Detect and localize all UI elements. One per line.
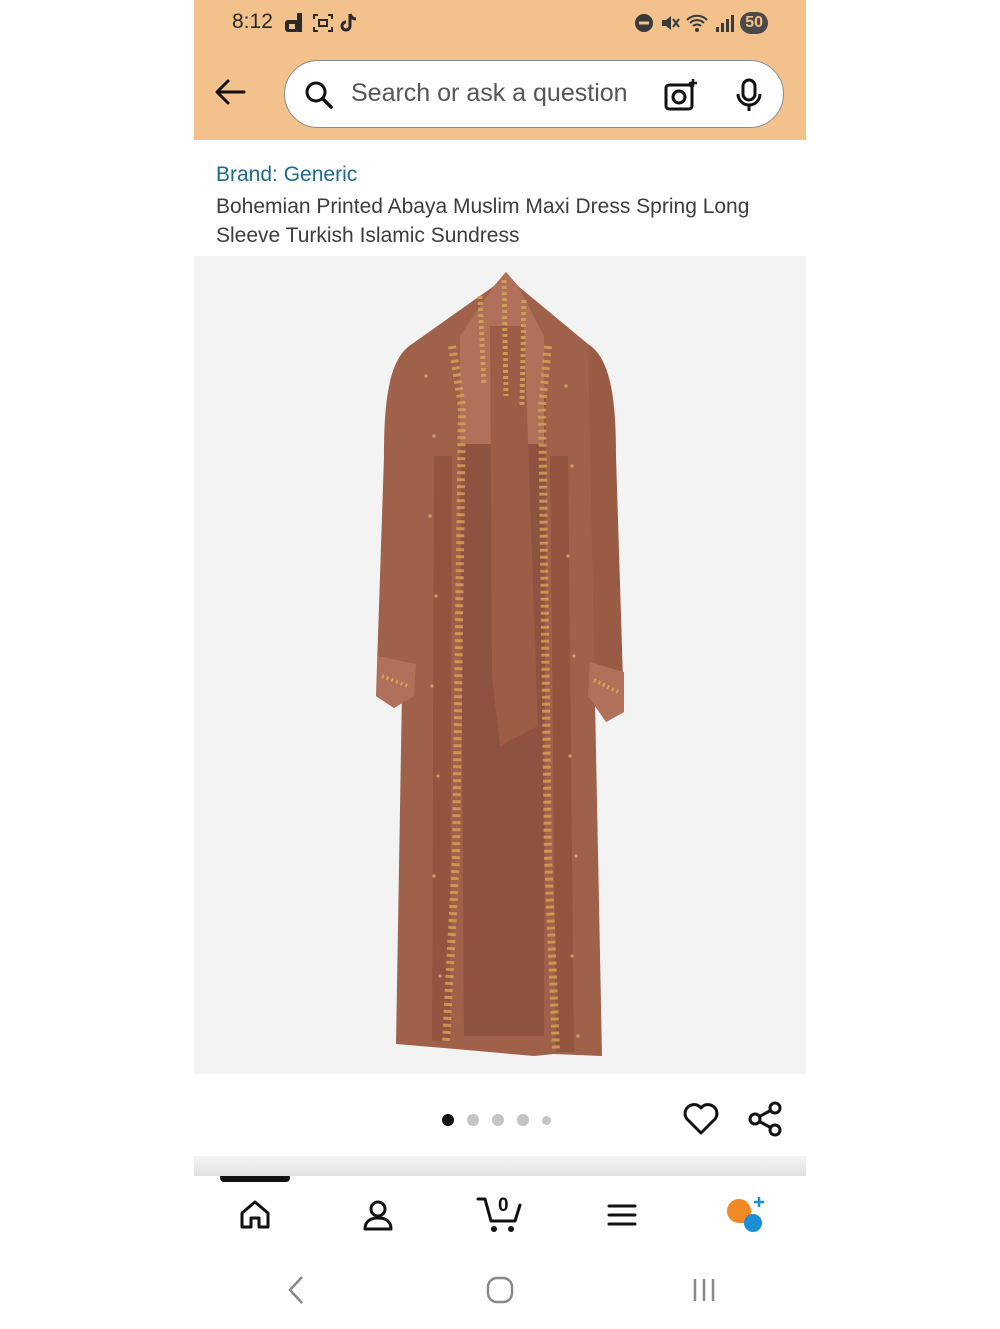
status-right-icons: 50 [634, 12, 768, 34]
system-back-button[interactable] [266, 1265, 326, 1315]
mute-icon [662, 16, 681, 30]
recent-apps-icon [693, 1279, 715, 1301]
screenshot-icon [313, 14, 333, 32]
home-icon [240, 1200, 270, 1229]
abaya-dress-image [376, 272, 624, 1056]
carousel-dot-1[interactable] [442, 1114, 454, 1126]
nav-account[interactable] [338, 1185, 418, 1245]
system-navigation-bar [194, 1262, 806, 1318]
product-image[interactable] [194, 256, 806, 1074]
share-icon[interactable] [746, 1100, 784, 1138]
phone-screen: 8:12 50 Search or ask a question Brand: … [194, 0, 806, 1329]
back-button[interactable] [212, 76, 248, 108]
product-title: Bohemian Printed Abaya Muslim Maxi Dress… [216, 195, 750, 247]
arrow-left-icon [215, 79, 246, 105]
carousel-dot-2[interactable] [467, 1114, 479, 1126]
status-left-icons [284, 12, 360, 34]
signal-icon [716, 15, 735, 32]
nav-rufus[interactable] [705, 1185, 785, 1245]
search-input[interactable]: Search or ask a question [351, 79, 628, 108]
bottom-navigation: 0 [194, 1182, 806, 1248]
search-bar[interactable]: Search or ask a question [284, 60, 784, 128]
nav-menu[interactable] [582, 1185, 662, 1245]
d-app-icon [285, 13, 302, 32]
user-icon [363, 1200, 393, 1231]
carousel-dot-5[interactable] [542, 1115, 551, 1125]
battery-level: 50 [740, 12, 768, 34]
heart-icon[interactable] [682, 1100, 720, 1138]
carousel-dot-4[interactable] [517, 1114, 529, 1126]
search-icon [305, 81, 333, 109]
camera-icon[interactable] [663, 77, 699, 113]
chevron-left-icon [288, 1276, 303, 1304]
page-divider [194, 1156, 806, 1176]
do-not-disturb-icon [635, 14, 654, 32]
carousel-dot-3[interactable] [492, 1114, 504, 1126]
microphone-icon[interactable] [733, 77, 765, 113]
system-home-button[interactable] [470, 1265, 530, 1315]
brand-link[interactable]: Brand: Generic [216, 163, 357, 187]
wifi-icon [686, 14, 708, 32]
tiktok-icon [340, 13, 357, 32]
cart-count: 0 [497, 1195, 509, 1216]
nav-home[interactable] [215, 1185, 295, 1245]
nav-cart[interactable]: 0 [460, 1185, 540, 1245]
image-carousel-dots [442, 1114, 551, 1126]
ai-assistant-icon [726, 1197, 764, 1232]
app-header: 8:12 50 Search or ask a question [194, 0, 806, 140]
menu-icon [607, 1204, 637, 1226]
status-time: 8:12 [232, 10, 273, 33]
system-recents-button[interactable] [674, 1265, 734, 1315]
home-circle-icon [486, 1276, 514, 1304]
